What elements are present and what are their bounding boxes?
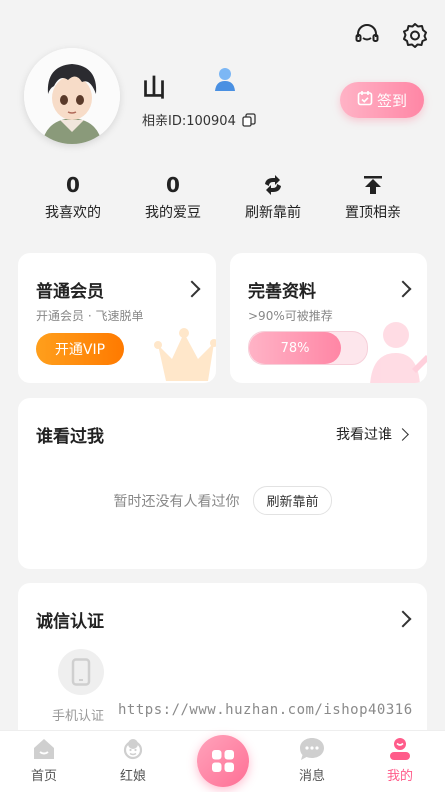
tab-matchmaker-label: 红娘: [119, 769, 146, 784]
chevron-right-icon: [396, 427, 409, 441]
stat-idols-label: 我的爱豆: [145, 205, 201, 221]
stat-pin-label: 置顶相亲: [345, 205, 401, 221]
tab-matchmaker[interactable]: 红娘: [103, 731, 163, 784]
chat-bubble-icon: [282, 731, 342, 761]
visitors-empty-text: 暂时还没有人看过你: [113, 493, 240, 510]
visitors-empty-state: 暂时还没有人看过你 刷新靠前: [18, 486, 427, 515]
tab-home[interactable]: 首页: [14, 731, 74, 784]
tab-center-action[interactable]: [195, 735, 251, 787]
calendar-check-icon: [357, 90, 373, 110]
tab-messages-label: 消息: [298, 769, 325, 784]
member-card-title: 普通会员: [36, 282, 104, 302]
copy-icon[interactable]: [242, 112, 256, 131]
tab-mine[interactable]: 我的: [370, 731, 430, 784]
checkin-button[interactable]: 签到: [340, 82, 424, 118]
verification-card: 诚信认证 手机认证: [18, 583, 427, 753]
user-edit-decoration-icon: [370, 319, 427, 383]
stat-liked-count: 0: [66, 173, 80, 197]
checkin-label: 签到: [376, 91, 407, 110]
member-card[interactable]: 普通会员 开通会员 · 飞速脱单 开通VIP: [18, 253, 216, 383]
grid-apps-icon: [197, 735, 249, 787]
avatar[interactable]: [24, 48, 120, 144]
watermark-text: https://www.huzhan.com/ishop40316: [118, 702, 413, 718]
visitors-title: 谁看过我: [36, 427, 104, 447]
stat-idols[interactable]: 0 我的爱豆: [118, 172, 228, 222]
stat-refresh-label: 刷新靠前: [245, 205, 301, 221]
chevron-right-icon: [394, 280, 412, 298]
viewed-by-me-label: 我看过谁: [336, 427, 392, 443]
bottom-tab-bar: 首页 红娘 消息 我的: [0, 730, 445, 792]
crown-decoration-icon: [154, 325, 216, 383]
visitors-card: 谁看过我 我看过谁 暂时还没有人看过你 刷新靠前: [18, 398, 427, 569]
stat-refresh[interactable]: 刷新靠前: [218, 172, 328, 222]
user-id: 相亲ID:100904: [142, 110, 256, 131]
open-vip-button[interactable]: 开通VIP: [36, 333, 124, 365]
member-card-subtitle: 开通会员 · 飞速脱单: [36, 309, 144, 323]
verification-title: 诚信认证: [36, 612, 104, 632]
chevron-right-icon: [183, 280, 201, 298]
profile-card-title: 完善资料: [248, 282, 316, 302]
profile-progress-bar: 78%: [248, 331, 368, 365]
home-icon: [14, 731, 74, 761]
chevron-right-icon[interactable]: [394, 610, 412, 628]
tab-mine-label: 我的: [386, 769, 413, 784]
gear-icon[interactable]: [402, 22, 428, 48]
stat-liked[interactable]: 0 我喜欢的: [18, 172, 128, 222]
pin-top-icon: [318, 172, 428, 198]
stat-pin[interactable]: 置顶相亲: [318, 172, 428, 222]
user-id-label: 相亲ID:100904: [142, 114, 236, 129]
refresh-top-button[interactable]: 刷新靠前: [253, 486, 332, 515]
profile-progress-fill: 78%: [249, 332, 342, 364]
refresh-icon: [218, 172, 328, 198]
viewed-by-me-link[interactable]: 我看过谁: [336, 424, 409, 444]
tab-home-label: 首页: [30, 769, 57, 784]
stat-liked-label: 我喜欢的: [45, 205, 101, 221]
user-profile-icon: [370, 731, 430, 761]
matchmaker-icon: [103, 731, 163, 761]
profile-card-subtitle: >90%可被推荐: [248, 309, 333, 323]
user-name: 山: [142, 74, 166, 102]
profile-completion-card[interactable]: 完善资料 >90%可被推荐 78%: [230, 253, 427, 383]
phone-verify-icon[interactable]: [58, 649, 104, 695]
stat-idols-count: 0: [166, 173, 180, 197]
phone-verify-label: 手机认证: [52, 709, 105, 724]
tab-messages[interactable]: 消息: [282, 731, 342, 784]
male-gender-icon: [214, 66, 236, 92]
headset-icon[interactable]: [354, 22, 380, 48]
